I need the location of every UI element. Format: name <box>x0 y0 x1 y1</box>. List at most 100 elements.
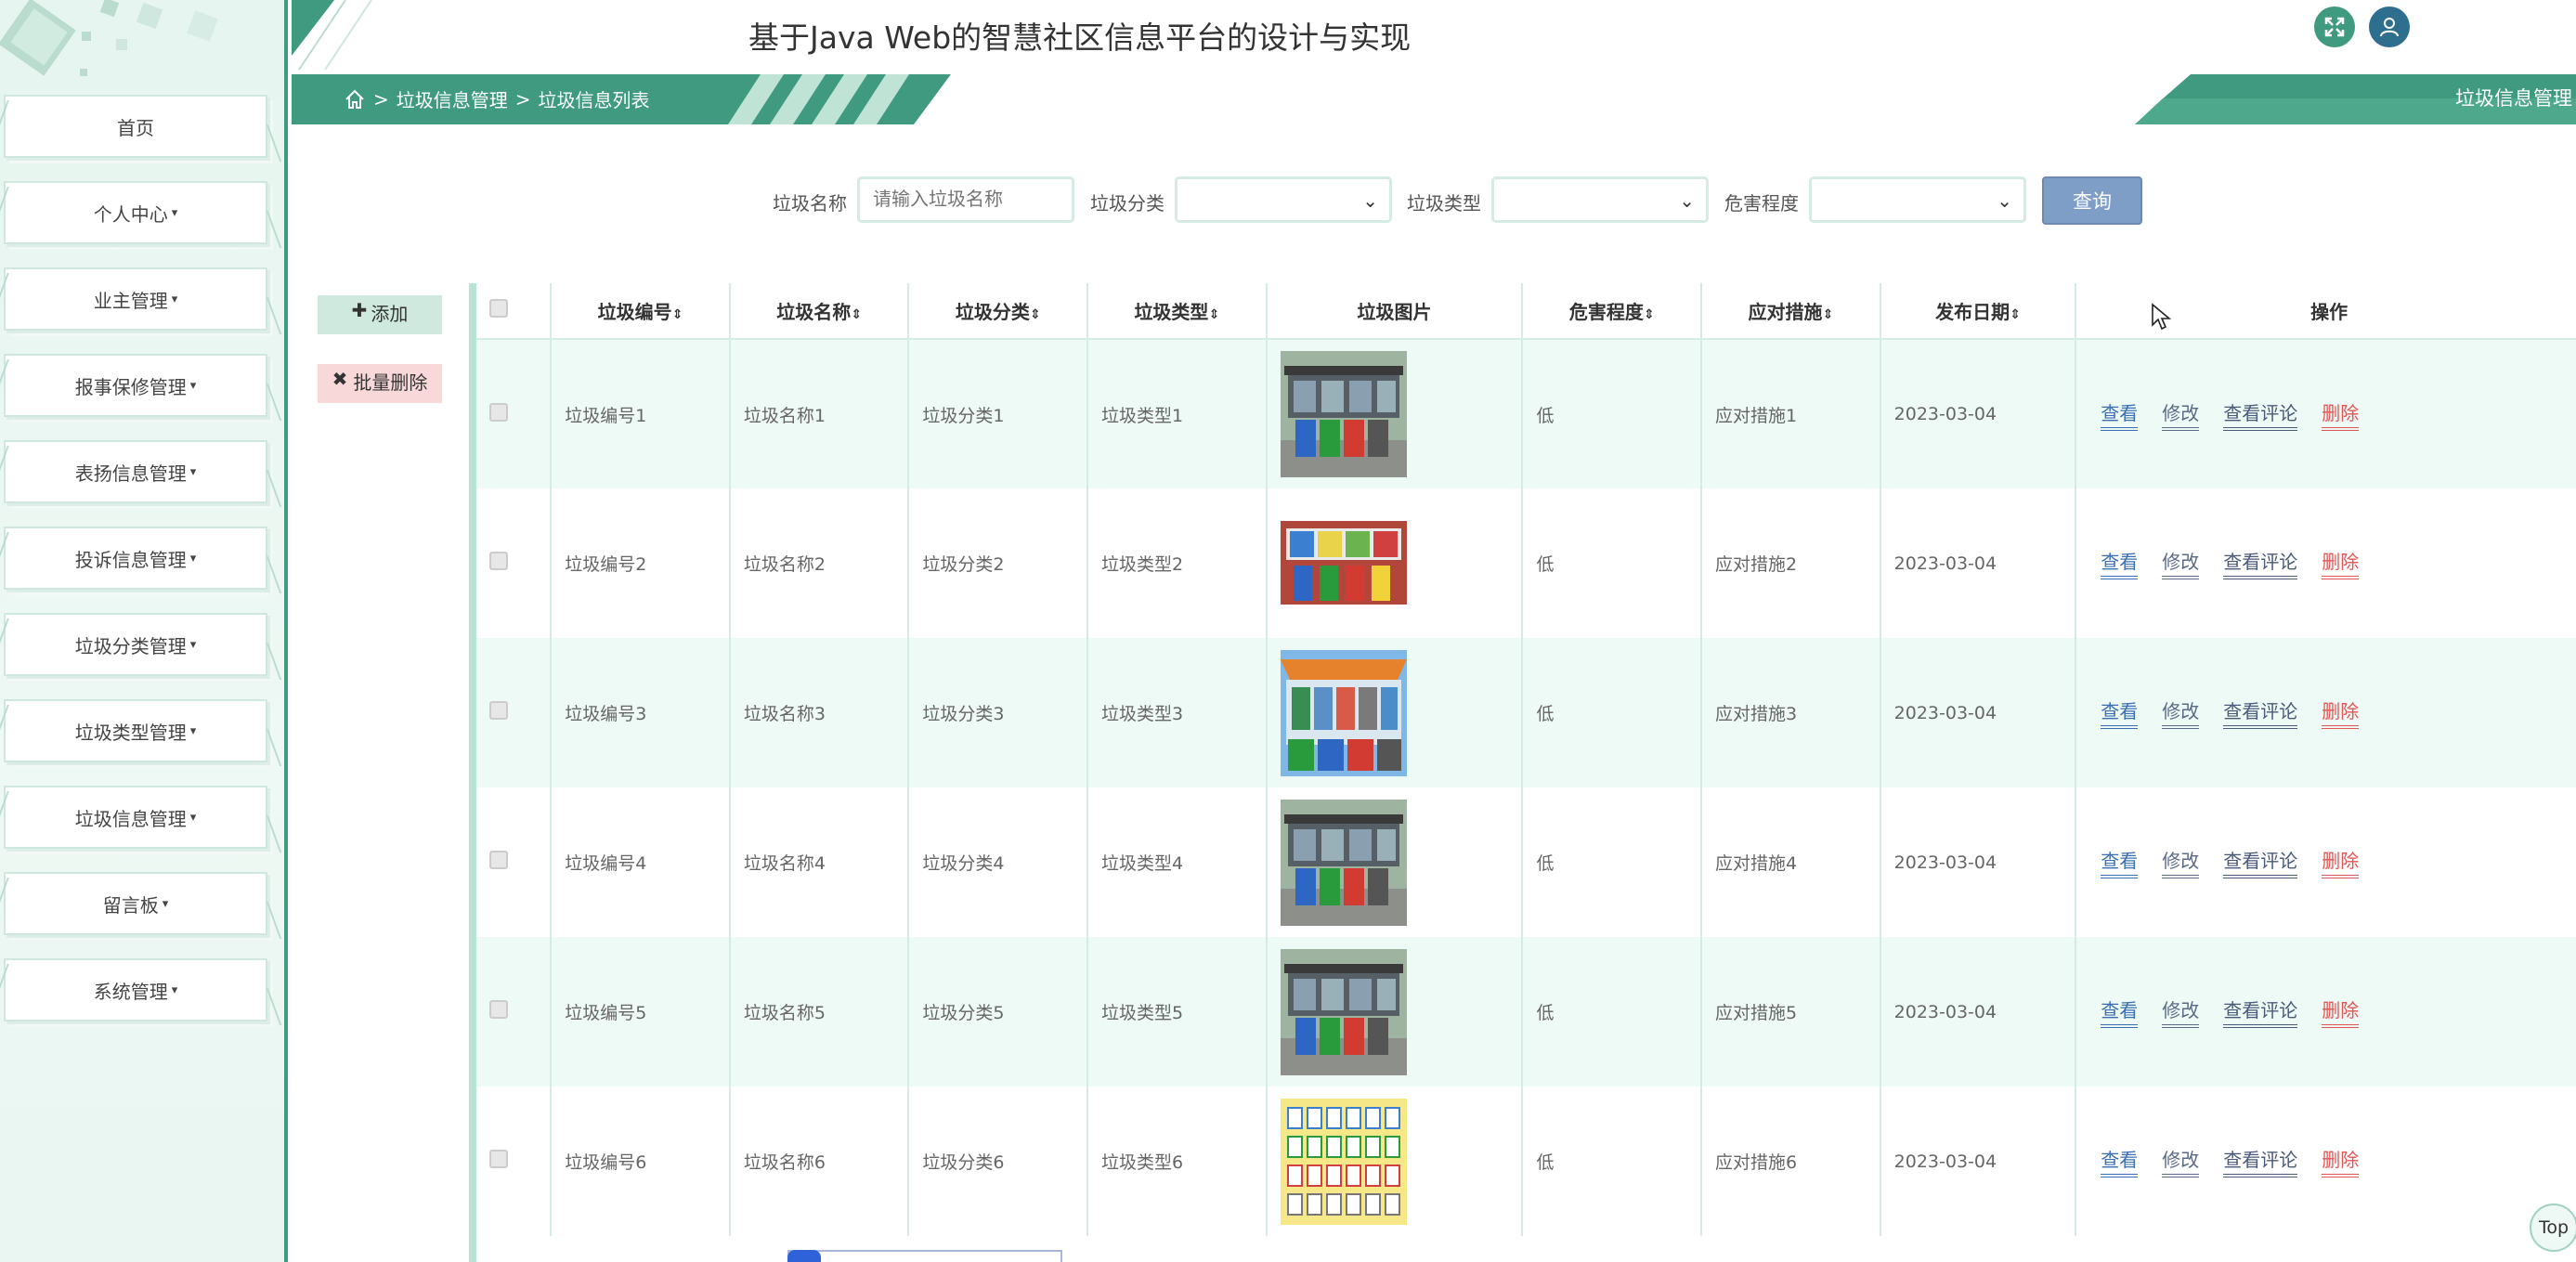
view-comments-button[interactable]: 查看评论 <box>2223 398 2298 431</box>
delete-button[interactable]: 删除 <box>2322 1145 2360 1177</box>
view-button[interactable]: 查看 <box>2101 846 2139 878</box>
delete-button[interactable]: 删除 <box>2322 846 2360 878</box>
row-select-cell <box>476 638 553 787</box>
cell-measure: 应对措施4 <box>1701 787 1881 937</box>
garbage-thumbnail[interactable] <box>1280 351 1522 477</box>
row-checkbox[interactable] <box>489 402 508 422</box>
cell-type: 垃圾类型4 <box>1087 787 1268 937</box>
breadcrumb-item-garbage-info[interactable]: 垃圾信息管理 <box>397 85 508 112</box>
col-name[interactable]: 垃圾名称⇕ <box>729 283 910 340</box>
add-button[interactable]: ✚ 添加 <box>318 295 442 334</box>
cell-date: 2023-03-04 <box>1880 638 2077 787</box>
cell-measure: 应对措施2 <box>1701 488 1881 638</box>
garbage-thumbnail[interactable] <box>1280 948 1522 1075</box>
row-checkbox[interactable] <box>489 552 508 570</box>
col-date[interactable]: 发布日期⇕ <box>1880 283 2077 340</box>
row-checkbox[interactable] <box>489 1000 508 1019</box>
sidebar-item-10[interactable]: 系统管理 ▾ <box>4 958 267 1021</box>
edit-button[interactable]: 修改 <box>2162 846 2200 878</box>
edit-button[interactable]: 修改 <box>2162 1145 2200 1177</box>
type-select[interactable]: ⌄ <box>1491 176 1709 223</box>
col-hazard[interactable]: 危害程度⇕ <box>1522 283 1703 340</box>
col-measure[interactable]: 应对措施⇕ <box>1701 283 1881 340</box>
view-button[interactable]: 查看 <box>2101 995 2139 1028</box>
table-row: 垃圾编号6 垃圾名称6 垃圾分类6 垃圾类型6 低应对措施6 2023-03-04 查看 修改… <box>476 1086 2576 1236</box>
home-icon[interactable] <box>344 88 366 111</box>
caret-down-icon: ▾ <box>162 896 169 911</box>
sidebar-item-8[interactable]: 垃圾信息管理 ▾ <box>4 786 267 849</box>
view-comments-button[interactable]: 查看评论 <box>2223 1145 2298 1177</box>
hidden-element-edge <box>787 1250 1062 1262</box>
cell-image <box>1266 488 1524 638</box>
sidebar-item-label: 系统管理 <box>93 980 168 1003</box>
cell-code: 垃圾编号2 <box>551 488 731 638</box>
category-select[interactable]: ⌄ <box>1175 176 1392 223</box>
cell-image <box>1266 787 1524 937</box>
view-button[interactable]: 查看 <box>2101 696 2139 729</box>
garbage-name-input[interactable] <box>857 176 1074 223</box>
query-button[interactable]: 查询 <box>2042 176 2142 225</box>
select-all-checkbox[interactable] <box>489 299 508 318</box>
garbage-thumbnail[interactable] <box>1280 799 1522 926</box>
view-button[interactable]: 查看 <box>2101 547 2139 579</box>
header: 基于Java Web的智慧社区信息平台的设计与实现 <box>292 0 2576 70</box>
edit-button[interactable]: 修改 <box>2162 547 2200 579</box>
col-code[interactable]: 垃圾编号⇕ <box>551 283 731 340</box>
row-checkbox[interactable] <box>489 701 508 720</box>
sidebar-item-3[interactable]: 报事保修管理 ▾ <box>4 354 267 417</box>
batch-delete-button[interactable]: ✖ 批量删除 <box>318 364 442 403</box>
user-button[interactable] <box>2369 7 2410 47</box>
caret-down-icon: ▾ <box>171 982 178 997</box>
cell-hazard: 低 <box>1522 488 1703 638</box>
caret-down-icon: ▾ <box>189 723 197 738</box>
fullscreen-button[interactable] <box>2314 7 2355 47</box>
row-checkbox[interactable] <box>489 851 508 869</box>
view-comments-button[interactable]: 查看评论 <box>2223 995 2298 1028</box>
view-comments-button[interactable]: 查看评论 <box>2223 846 2298 878</box>
row-checkbox[interactable] <box>489 1150 508 1168</box>
sidebar-item-7[interactable]: 垃圾类型管理 ▾ <box>4 699 267 762</box>
sidebar-item-9[interactable]: 留言板 ▾ <box>4 872 267 935</box>
view-button[interactable]: 查看 <box>2101 398 2139 431</box>
sidebar-item-label: 业主管理 <box>93 289 168 312</box>
hazard-select[interactable]: ⌄ <box>1809 176 2026 223</box>
cell-measure: 应对措施1 <box>1701 339 1881 488</box>
page-title: 垃圾信息管理 <box>2455 87 2572 110</box>
cell-operations: 查看 修改 查看评论 删除 <box>2075 787 2576 937</box>
garbage-thumbnail[interactable] <box>1280 649 1522 776</box>
cell-type: 垃圾类型3 <box>1087 638 1268 787</box>
back-to-top-button[interactable]: Top <box>2530 1203 2576 1252</box>
edit-button[interactable]: 修改 <box>2162 696 2200 729</box>
edit-button[interactable]: 修改 <box>2162 398 2200 431</box>
sidebar-item-6[interactable]: 垃圾分类管理 ▾ <box>4 613 267 676</box>
sort-icon: ⇕ <box>2010 307 2021 322</box>
caret-down-icon: ▾ <box>189 464 197 479</box>
cell-date: 2023-03-04 <box>1880 488 2077 638</box>
delete-button[interactable]: 删除 <box>2322 995 2360 1028</box>
view-button[interactable]: 查看 <box>2101 1145 2139 1177</box>
breadcrumb-item-garbage-list[interactable]: 垃圾信息列表 <box>539 85 650 112</box>
view-comments-button[interactable]: 查看评论 <box>2223 696 2298 729</box>
hidden-element-dot <box>787 1250 821 1262</box>
sidebar-item-4[interactable]: 表扬信息管理 ▾ <box>4 440 267 503</box>
col-type[interactable]: 垃圾类型⇕ <box>1087 283 1268 340</box>
garbage-thumbnail[interactable] <box>1280 500 1522 627</box>
cell-hazard: 低 <box>1522 339 1703 488</box>
table-row: 垃圾编号2 垃圾名称2 垃圾分类2 垃圾类型2 低应对措施2 2023-03-04 查看 修改… <box>476 488 2576 638</box>
edit-button[interactable]: 修改 <box>2162 995 2200 1028</box>
caret-down-icon: ▾ <box>189 378 197 393</box>
delete-button[interactable]: 删除 <box>2322 696 2360 729</box>
sidebar-item-5[interactable]: 投诉信息管理 ▾ <box>4 527 267 590</box>
delete-button[interactable]: 删除 <box>2322 398 2360 431</box>
cell-measure: 应对措施5 <box>1701 937 1881 1086</box>
cell-name: 垃圾名称2 <box>729 488 910 638</box>
garbage-thumbnail[interactable] <box>1280 1098 1522 1225</box>
sidebar-menu: 首页 个人中心 ▾ 业主管理 ▾ 报事保修管理 ▾ 表扬信息管理 ▾ 投诉信息管理 ▾ 垃圾分类管理 ▾… <box>4 95 267 1045</box>
cell-code: 垃圾编号3 <box>551 638 731 787</box>
cell-type: 垃圾类型5 <box>1087 937 1268 1086</box>
sidebar-item-2[interactable]: 业主管理 ▾ <box>4 267 267 331</box>
col-category[interactable]: 垃圾分类⇕ <box>908 283 1089 340</box>
view-comments-button[interactable]: 查看评论 <box>2223 547 2298 579</box>
sidebar-item-0[interactable]: 首页 <box>4 95 267 158</box>
delete-button[interactable]: 删除 <box>2322 547 2360 579</box>
